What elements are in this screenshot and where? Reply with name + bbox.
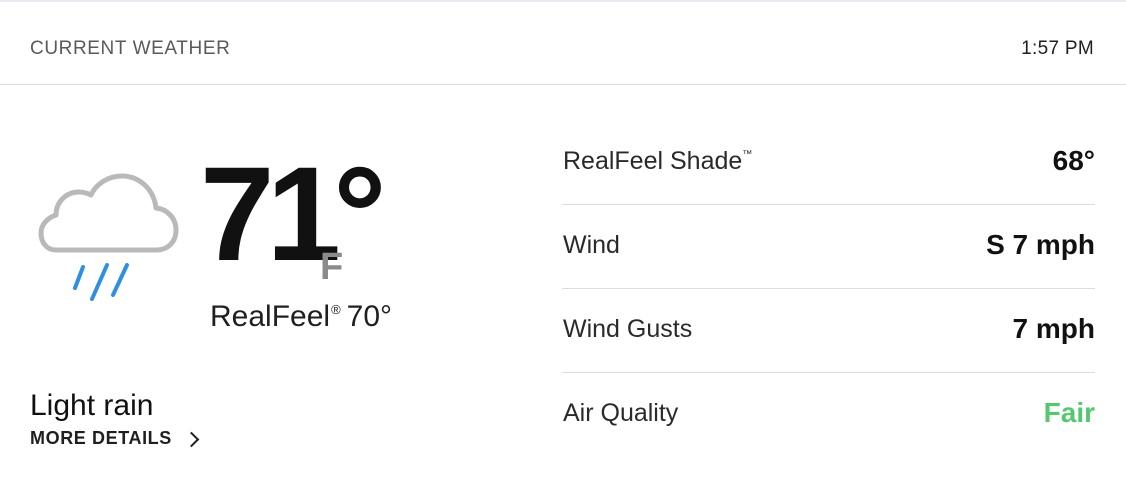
detail-label: Wind Gusts xyxy=(563,315,693,343)
more-details-label: MORE DETAILS xyxy=(30,428,172,448)
card-header: CURRENT WEATHER 1:57 PM xyxy=(0,2,1126,85)
rain-drop xyxy=(90,263,109,301)
detail-label: Wind xyxy=(563,231,620,259)
chevron-right-icon xyxy=(183,431,200,448)
card-title: CURRENT WEATHER xyxy=(30,38,231,59)
air-quality-value: Fair xyxy=(1043,397,1095,428)
detail-row-wind: Wind S 7 mph xyxy=(562,205,1095,289)
rain-drop xyxy=(111,263,129,297)
realfeel-temperature: RealFeel® 70° xyxy=(210,300,392,334)
detail-row-air-quality: Air Quality Fair xyxy=(562,373,1095,456)
rain-cloud-icon xyxy=(30,168,190,313)
rain-drop xyxy=(73,265,85,290)
more-details-link[interactable]: MORE DETAILS xyxy=(30,428,200,449)
detail-label: RealFeel Shade™ xyxy=(563,147,752,176)
details-list: RealFeel Shade™ 68° Wind S 7 mph Wind Gu… xyxy=(562,121,1095,456)
detail-label: Air Quality xyxy=(563,399,679,427)
detail-label-text: RealFeel Shade xyxy=(563,147,743,175)
detail-value: 68° xyxy=(1052,145,1095,176)
detail-value: S 7 mph xyxy=(986,229,1095,260)
trademark-mark: ™ xyxy=(742,149,753,160)
temperature-value: 71° xyxy=(200,140,387,289)
weather-phrase: Light rain xyxy=(30,389,154,422)
detail-row-wind-gusts: Wind Gusts 7 mph xyxy=(562,289,1095,373)
registered-mark: ® xyxy=(331,302,341,317)
current-time: 1:57 PM xyxy=(1021,38,1094,59)
realfeel-label: RealFeel xyxy=(210,300,331,333)
detail-value: 7 mph xyxy=(1012,313,1095,344)
temperature-unit: F xyxy=(320,246,344,288)
realfeel-value: 70° xyxy=(346,300,393,333)
detail-row-realfeel-shade: RealFeel Shade™ 68° xyxy=(562,121,1095,205)
